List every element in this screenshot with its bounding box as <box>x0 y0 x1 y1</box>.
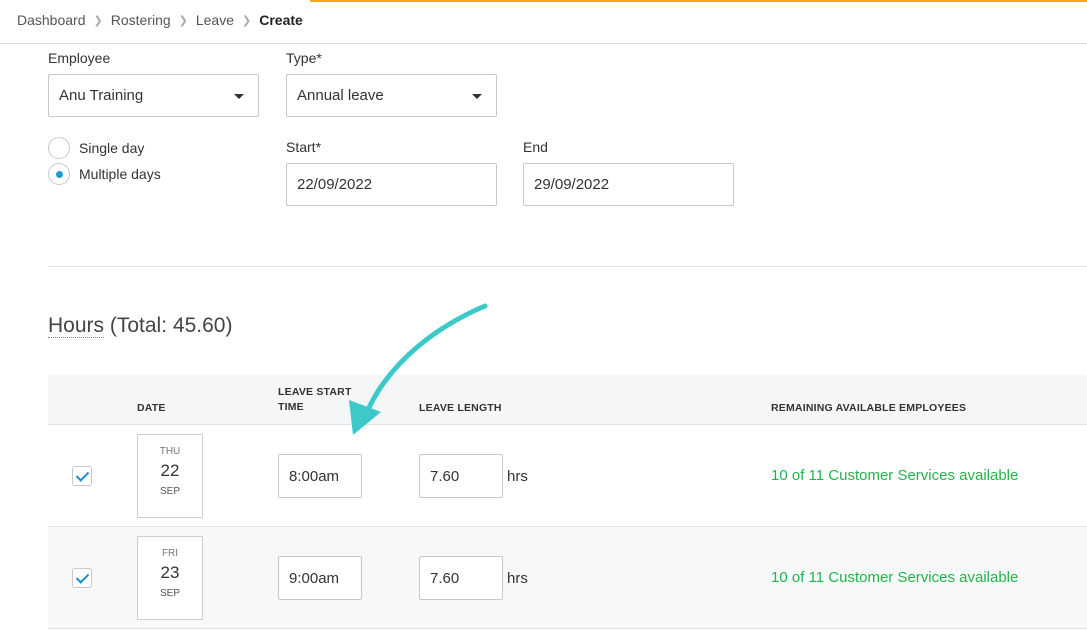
date-weekday: FRI <box>161 548 179 559</box>
leave-length-input[interactable]: 7.60 <box>419 556 503 600</box>
date-card: FRI 23 SEP <box>137 536 203 620</box>
date-day: 23 <box>160 563 180 582</box>
start-date-value: 22/09/2022 <box>297 176 373 193</box>
leave-length-value: 7.60 <box>430 467 460 485</box>
caret-down-icon <box>234 94 244 99</box>
breadcrumb-dashboard[interactable]: Dashboard <box>17 12 86 28</box>
hours-word: Hours <box>48 314 105 338</box>
leave-start-time-input[interactable]: 8:00am <box>278 454 362 498</box>
radio-multiple-days-label: Multiple days <box>79 166 161 182</box>
breadcrumb-leave[interactable]: Leave <box>196 12 234 28</box>
end-date-input[interactable]: 29/09/2022 <box>523 163 734 206</box>
leave-start-time-value: 8:00am <box>289 467 340 485</box>
date-month: SEP <box>159 588 180 599</box>
row-checkbox[interactable] <box>72 568 92 588</box>
start-date-input[interactable]: 22/09/2022 <box>286 163 497 206</box>
column-leave-length: LEAVE LENGTH <box>419 402 502 414</box>
type-select-value: Annual leave <box>297 87 384 104</box>
breadcrumb-current: Create <box>259 12 303 28</box>
employee-label: Employee <box>48 50 111 66</box>
chevron-right-icon: ❯ <box>178 14 188 27</box>
caret-down-icon <box>472 94 482 99</box>
table-header: DATE LEAVE START TIME LEAVE LENGTH REMAI… <box>48 375 1087 425</box>
table-row: THU 22 SEP 8:00am 7.60 hrs 10 of 11 Cust… <box>48 425 1087 527</box>
end-label: End <box>523 139 548 155</box>
type-label: Type <box>286 50 322 66</box>
hours-title: Hours (Total: 45.60) <box>48 314 232 338</box>
leave-length-input[interactable]: 7.60 <box>419 454 503 498</box>
radio-single-day[interactable]: Single day <box>48 137 144 159</box>
leave-length-unit: hrs <box>507 570 528 587</box>
row-checkbox[interactable] <box>72 466 92 486</box>
date-weekday: THU <box>159 446 181 457</box>
type-select[interactable]: Annual leave <box>286 74 497 117</box>
column-leave-start-time-line1: LEAVE START <box>278 386 352 398</box>
chevron-right-icon: ❯ <box>242 14 252 27</box>
leave-start-time-value: 9:00am <box>289 569 340 587</box>
leave-length-unit: hrs <box>507 468 528 485</box>
start-label: Start <box>286 139 321 155</box>
date-day: 22 <box>160 461 180 480</box>
hours-total: (Total: 45.60) <box>109 314 233 337</box>
leave-start-time-input[interactable]: 9:00am <box>278 556 362 600</box>
column-leave-start-time-line2: TIME <box>278 401 304 413</box>
date-month: SEP <box>159 486 180 497</box>
date-card: THU 22 SEP <box>137 434 203 518</box>
end-date-value: 29/09/2022 <box>534 176 610 193</box>
top-bar: Dashboard ❯ Rostering ❯ Leave ❯ Create <box>0 0 1087 44</box>
employee-select-value: Anu Training <box>59 87 144 104</box>
table-row: FRI 23 SEP 9:00am 7.60 hrs 10 of 11 Cust… <box>48 527 1087 629</box>
leave-length-value: 7.60 <box>430 569 460 587</box>
column-remaining-available: REMAINING AVAILABLE EMPLOYEES <box>771 402 967 414</box>
breadcrumb: Dashboard ❯ Rostering ❯ Leave ❯ Create <box>17 12 303 28</box>
column-leave-start-time: LEAVE START TIME <box>278 385 352 415</box>
availability-text: 10 of 11 Customer Services available <box>771 569 1019 586</box>
chevron-right-icon: ❯ <box>93 14 103 27</box>
radio-multiple-days[interactable]: Multiple days <box>48 163 161 185</box>
availability-text: 10 of 11 Customer Services available <box>771 467 1019 484</box>
radio-single-day-control[interactable] <box>48 137 70 159</box>
employee-select[interactable]: Anu Training <box>48 74 259 117</box>
breadcrumb-rostering[interactable]: Rostering <box>111 12 171 28</box>
radio-single-day-label: Single day <box>79 140 145 156</box>
accent-bar <box>310 0 1087 2</box>
radio-multiple-days-control[interactable] <box>48 163 70 185</box>
section-divider <box>48 266 1087 267</box>
column-date: DATE <box>137 402 166 414</box>
